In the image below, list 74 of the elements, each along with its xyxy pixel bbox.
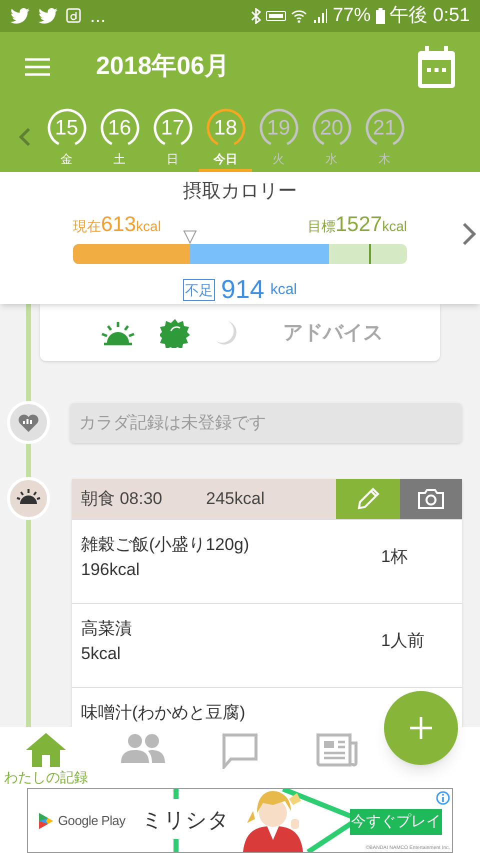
day-tab[interactable]: 19 火 xyxy=(252,102,305,172)
day-number: 15 xyxy=(54,118,78,138)
food-calories: 5kcal xyxy=(81,643,122,665)
weekday-label: 日 xyxy=(166,151,178,168)
current-calories: 現在613kcal xyxy=(73,212,161,238)
bird-icon xyxy=(38,8,58,24)
current-pointer xyxy=(182,230,197,244)
shortfall-value: 914 xyxy=(220,274,264,304)
food-name: 雑穀ご飯(小盛り120g) xyxy=(81,534,250,556)
food-quantity: 1杯 xyxy=(381,546,408,568)
battery-level: 77% xyxy=(332,4,371,28)
day-number: 18 xyxy=(214,118,238,138)
shortfall-unit: kcal xyxy=(270,280,298,300)
weekday-label: 土 xyxy=(114,151,126,168)
calendar-icon[interactable] xyxy=(418,46,455,88)
plus-icon xyxy=(410,717,432,739)
edit-button[interactable] xyxy=(336,479,400,519)
moon-icon[interactable] xyxy=(214,318,238,346)
body-record-message[interactable]: カラダ記録は未登録です xyxy=(70,402,462,442)
day-number: 17 xyxy=(160,118,184,138)
play-store-icon xyxy=(39,812,53,828)
home-icon xyxy=(26,733,66,767)
day-tab[interactable]: 15 金 xyxy=(40,102,93,172)
previous-week-icon[interactable] xyxy=(18,127,32,147)
day-tab[interactable]: 17 日 xyxy=(146,102,199,172)
signal-icon xyxy=(312,8,328,24)
clock: 午後 0:51 xyxy=(390,4,470,28)
sunrise-icon xyxy=(7,477,50,520)
people-icon xyxy=(121,733,165,763)
day-tab[interactable]: 21 木 xyxy=(358,102,411,172)
heart-chart-icon xyxy=(7,401,50,444)
camera-button[interactable] xyxy=(400,479,462,519)
more-notifications: ... xyxy=(90,6,106,26)
day-number: 20 xyxy=(320,118,344,138)
weekday-label: 水 xyxy=(326,151,338,168)
weekday-label: 金 xyxy=(60,151,72,168)
bluetooth-icon xyxy=(250,8,261,24)
battery-icon xyxy=(376,8,385,24)
nav-tab[interactable]: わたしの記録 xyxy=(6,727,86,787)
day-tab[interactable]: 20 水 xyxy=(305,102,358,172)
meal-time: 朝食 08:30 xyxy=(81,488,164,510)
game-title: ミリシタ xyxy=(141,808,230,834)
menu-icon[interactable] xyxy=(25,58,50,76)
pencil-icon xyxy=(355,486,381,512)
day-number: 16 xyxy=(108,118,132,138)
newspaper-icon xyxy=(316,733,358,767)
wifi-icon xyxy=(290,8,307,24)
camera-icon xyxy=(417,488,445,510)
info-icon[interactable] xyxy=(436,791,450,805)
food-calories: 196kcal xyxy=(81,559,141,581)
shortfall-tag: 不足 xyxy=(182,279,215,301)
food-name: 味噌汁(わかめと豆腐) xyxy=(81,702,246,724)
app-icon xyxy=(66,8,82,24)
play-now-button[interactable]: 今すぐプレイ xyxy=(350,809,442,835)
volte-icon xyxy=(266,11,286,21)
store-name: Google Play xyxy=(58,812,126,830)
weekday-label: 木 xyxy=(378,151,390,168)
weekday-label: 火 xyxy=(272,151,284,168)
chat-icon xyxy=(222,733,258,769)
next-icon[interactable] xyxy=(462,222,476,246)
advice-card[interactable]: アドバイス xyxy=(40,304,440,361)
day-tab[interactable]: 18 今日 xyxy=(199,102,252,172)
food-name: 高菜漬 xyxy=(81,618,133,640)
day-number: 21 xyxy=(372,118,396,138)
bird-icon xyxy=(10,8,30,24)
day-tab[interactable]: 16 土 xyxy=(93,102,146,172)
food-quantity: 1人前 xyxy=(381,630,424,652)
weekday-label: 今日 xyxy=(214,151,238,168)
calorie-title: 摂取カロリー xyxy=(183,180,297,204)
meal-calories: 245kcal xyxy=(206,488,265,510)
day-number: 19 xyxy=(266,118,290,138)
sun-icon[interactable] xyxy=(160,318,190,348)
month-title: 2018年06月 xyxy=(96,51,230,82)
target-calories: 目標1527kcal xyxy=(307,212,407,238)
